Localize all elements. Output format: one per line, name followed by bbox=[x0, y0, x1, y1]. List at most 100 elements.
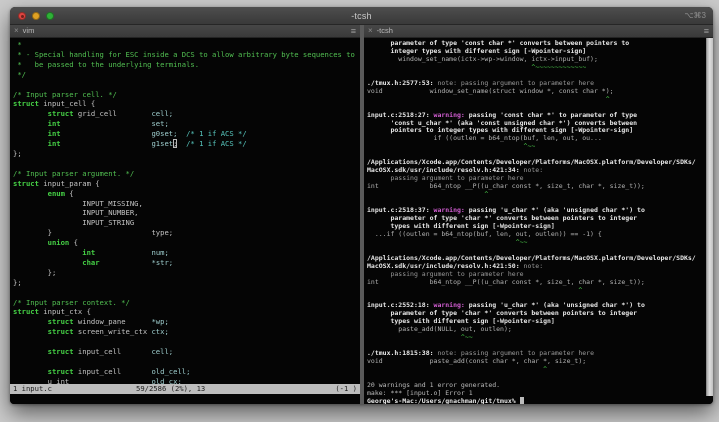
text-segment: types with different sign [-Wpointer-sig… bbox=[367, 222, 555, 230]
text-segment: input.c:2552:18: bbox=[367, 301, 434, 309]
text-segment bbox=[13, 238, 48, 247]
shell-pane-titlebar: × -tcsh ≡ bbox=[364, 25, 713, 38]
pane-menu-icon[interactable]: ≡ bbox=[351, 27, 356, 36]
zoom-window-button[interactable] bbox=[46, 12, 54, 20]
vim-command-line bbox=[10, 394, 360, 404]
terminal-window: -tcsh ⌥⌘3 × vim ≡ * * - Special handling… bbox=[10, 7, 713, 404]
text-segment: warning: bbox=[434, 111, 469, 119]
vim-pane-titlebar: × vim ≡ bbox=[10, 25, 360, 38]
text-segment: * - Special handling for ESC inside a DC… bbox=[13, 50, 355, 59]
terminal-line: struct input_cell cell; bbox=[13, 347, 360, 357]
text-segment: parameter of type 'const char *' convert… bbox=[367, 39, 629, 47]
text-segment: George's-Mac:/Users/gnachman/git/tmux% bbox=[367, 397, 520, 404]
text-segment: int b64_ntop __P((u_char const *, size_t… bbox=[367, 278, 645, 286]
text-segment: input.c:2518:27: bbox=[367, 111, 434, 119]
text-segment bbox=[61, 139, 152, 148]
terminal-line: ^ bbox=[367, 287, 706, 295]
window-titlebar[interactable]: -tcsh ⌥⌘3 bbox=[10, 7, 713, 25]
text-segment bbox=[13, 248, 82, 257]
terminal-line: }; bbox=[13, 149, 360, 159]
text-segment: note: bbox=[524, 262, 544, 270]
text-segment: { bbox=[65, 189, 74, 198]
text-segment: ^ bbox=[367, 95, 610, 103]
text-segment: /* 1 if ACS */ bbox=[186, 129, 247, 138]
text-segment: warning: bbox=[434, 206, 469, 214]
text-segment bbox=[13, 129, 48, 138]
terminal-line: struct screen_write_ctx ctx; bbox=[13, 327, 360, 337]
text-segment: }; bbox=[13, 149, 22, 158]
text-segment: ^ bbox=[367, 190, 488, 198]
text-segment: 'const u_char *' (aka 'const unsigned ch… bbox=[367, 119, 637, 127]
text-segment: int bbox=[48, 129, 61, 138]
terminal-line: struct window_pane *wp; bbox=[13, 317, 360, 327]
text-segment: /* Input parser cell. */ bbox=[13, 90, 117, 99]
text-segment: struct bbox=[48, 109, 74, 118]
text-segment: * bbox=[13, 40, 22, 49]
vim-statusline: 1 input.c 59/2586 (2%), 13 (-1 ) bbox=[10, 384, 360, 394]
text-segment bbox=[13, 347, 48, 356]
terminal-line: /* Input parser cell. */ bbox=[13, 90, 360, 100]
terminal-cursor bbox=[520, 397, 524, 404]
terminal-line: struct grid_cell cell; bbox=[13, 109, 360, 119]
text-segment: }; bbox=[13, 278, 22, 287]
terminal-line: INPUT_MISSING, bbox=[13, 199, 360, 209]
text-segment: g1set bbox=[151, 139, 173, 148]
shell-pane: × -tcsh ≡ parameter of type 'const char … bbox=[364, 25, 713, 404]
terminal-line: */ bbox=[13, 70, 360, 80]
text-segment bbox=[13, 258, 82, 267]
close-window-button[interactable] bbox=[18, 12, 26, 20]
text-segment: /* Input parser context. */ bbox=[13, 298, 130, 307]
text-segment: make: *** [input.o] Error 1 bbox=[367, 389, 473, 397]
terminal-line: /* Input parser context. */ bbox=[13, 298, 360, 308]
terminal-line bbox=[13, 80, 360, 90]
pane-menu-icon[interactable]: ≡ bbox=[704, 27, 709, 36]
text-segment: MacOSX.sdk/usr/include/resolv.h:421:50: bbox=[367, 262, 524, 270]
text-segment: note: passing argument to parameter here bbox=[437, 349, 594, 357]
text-segment: ^ bbox=[367, 286, 582, 294]
minimize-window-button[interactable] bbox=[32, 12, 40, 20]
text-segment: passing 'u_char *' (aka 'unsigned char *… bbox=[469, 206, 645, 214]
text-segment: note: bbox=[524, 166, 544, 174]
terminal-line: /* Input parser argument. */ bbox=[13, 169, 360, 179]
text-segment: parameter of type 'char *' converts betw… bbox=[367, 214, 637, 222]
text-segment: cell; bbox=[151, 347, 173, 356]
vim-terminal-content[interactable]: * * - Special handling for ESC inside a … bbox=[10, 38, 360, 384]
terminal-line: struct input_param { bbox=[13, 179, 360, 189]
text-segment bbox=[13, 119, 48, 128]
text-segment: } type; bbox=[13, 228, 173, 237]
text-segment: ^~~ bbox=[367, 142, 535, 150]
terminal-line: ^~~ bbox=[367, 239, 706, 247]
text-segment: 20 warnings and 1 error generated. bbox=[367, 381, 500, 389]
text-segment: window_set_name(ictx->wp->window, ictx->… bbox=[367, 55, 598, 63]
terminal-line: ^~~~~~~~~~~~~~ bbox=[367, 64, 706, 72]
text-segment: grid_cell bbox=[74, 109, 152, 118]
scrollbar[interactable] bbox=[706, 38, 713, 396]
text-segment: passing argument to parameter here bbox=[367, 174, 524, 182]
terminal-line: } type; bbox=[13, 228, 360, 238]
text-segment: input_cell bbox=[74, 347, 152, 356]
text-segment: ...if ((outlen = b64_ntop(buf, len, out,… bbox=[367, 230, 602, 238]
vim-pane: × vim ≡ * * - Special handling for ESC i… bbox=[10, 25, 360, 404]
shell-terminal-content[interactable]: parameter of type 'const char *' convert… bbox=[364, 38, 706, 404]
terminal-line: George's-Mac:/Users/gnachman/git/tmux% bbox=[367, 398, 706, 404]
terminal-line: int set; bbox=[13, 119, 360, 129]
text-segment: * be passed to the underlying terminals. bbox=[13, 60, 199, 69]
text-segment bbox=[95, 248, 151, 257]
text-segment: paste_add(NULL, out, outlen); bbox=[367, 325, 512, 333]
terminal-line: u_int old_cx; bbox=[13, 377, 360, 384]
text-segment: *wp; bbox=[151, 317, 168, 326]
close-pane-icon[interactable]: × bbox=[14, 27, 19, 35]
text-segment: struct bbox=[48, 327, 74, 336]
terminal-line bbox=[13, 159, 360, 169]
terminal-line bbox=[13, 288, 360, 298]
terminal-line: INPUT_NUMBER, bbox=[13, 208, 360, 218]
text-segment: integer types with different sign [-Wpoi… bbox=[367, 47, 586, 55]
close-pane-icon[interactable]: × bbox=[368, 27, 373, 35]
terminal-line: ^ bbox=[367, 96, 706, 104]
text-segment: INPUT_NUMBER, bbox=[13, 208, 139, 217]
text-segment: */ bbox=[13, 70, 26, 79]
text-segment: input_param { bbox=[39, 179, 100, 188]
text-segment: g0set; bbox=[151, 129, 177, 138]
text-segment: int b64_ntop __P((u_char const *, size_t… bbox=[367, 182, 645, 190]
terminal-line: int g1set; /* 1 if ACS */ bbox=[13, 139, 360, 149]
